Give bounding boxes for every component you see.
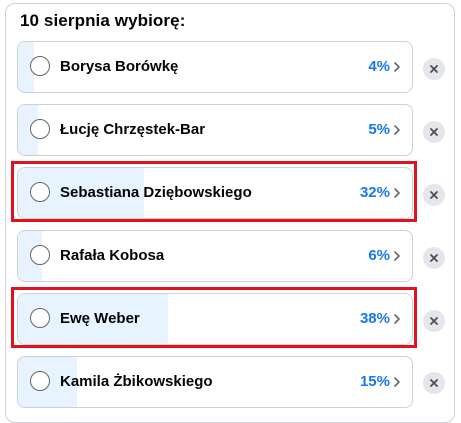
remove-option-0-button[interactable] [423,58,445,80]
poll-option-1[interactable]: Łucję Chrzęstek-Bar 5% [17,104,413,156]
radio-circle-icon[interactable] [30,56,50,76]
close-icon [430,128,438,136]
chevron-right-icon[interactable] [392,374,402,390]
poll-option-percent: 6% [368,247,390,264]
poll-option-percent: 5% [368,121,390,138]
poll-option-0[interactable]: Borysa Borówkę 4% [17,41,413,93]
radio-circle-icon[interactable] [30,119,50,139]
chevron-right-icon[interactable] [392,248,402,264]
close-icon [430,65,438,73]
poll-option-percent: 38% [359,310,390,327]
poll-option-percent: 4% [368,58,390,75]
poll-title: 10 sierpnia wybiorę: [20,11,186,30]
chevron-right-icon[interactable] [392,311,402,327]
radio-circle-icon[interactable] [30,308,50,328]
radio-circle-icon[interactable] [30,245,50,265]
remove-option-2-button[interactable] [423,184,445,206]
radio-circle-icon[interactable] [30,371,50,391]
remove-option-4-button[interactable] [423,310,445,332]
poll-option-label: Ewę Weber [60,310,140,327]
remove-option-3-button[interactable] [423,247,445,269]
close-icon [430,379,438,387]
poll-option-4[interactable]: Ewę Weber 38% [17,293,413,345]
close-icon [430,317,438,325]
poll-option-label: Łucję Chrzęstek-Bar [60,121,206,138]
poll-option-label: Kamila Żbikowskiego [60,373,213,390]
poll-option-percent: 32% [359,184,390,201]
close-icon [430,191,438,199]
poll-option-label: Sebastiana Dziębowskiego [60,184,252,201]
radio-circle-icon[interactable] [30,182,50,202]
chevron-right-icon[interactable] [392,185,402,201]
poll-option-label: Borysa Borówkę [60,58,179,75]
poll-option-3[interactable]: Rafała Kobosa 6% [17,230,413,282]
remove-option-1-button[interactable] [423,121,445,143]
close-icon [430,254,438,262]
poll-option-2[interactable]: Sebastiana Dziębowskiego 32% [17,167,413,219]
poll-option-label: Rafała Kobosa [60,247,165,264]
remove-option-5-button[interactable] [423,372,445,394]
chevron-right-icon[interactable] [392,122,402,138]
poll-option-5[interactable]: Kamila Żbikowskiego 15% [17,356,413,408]
poll-option-percent: 15% [359,373,390,390]
chevron-right-icon[interactable] [392,59,402,75]
